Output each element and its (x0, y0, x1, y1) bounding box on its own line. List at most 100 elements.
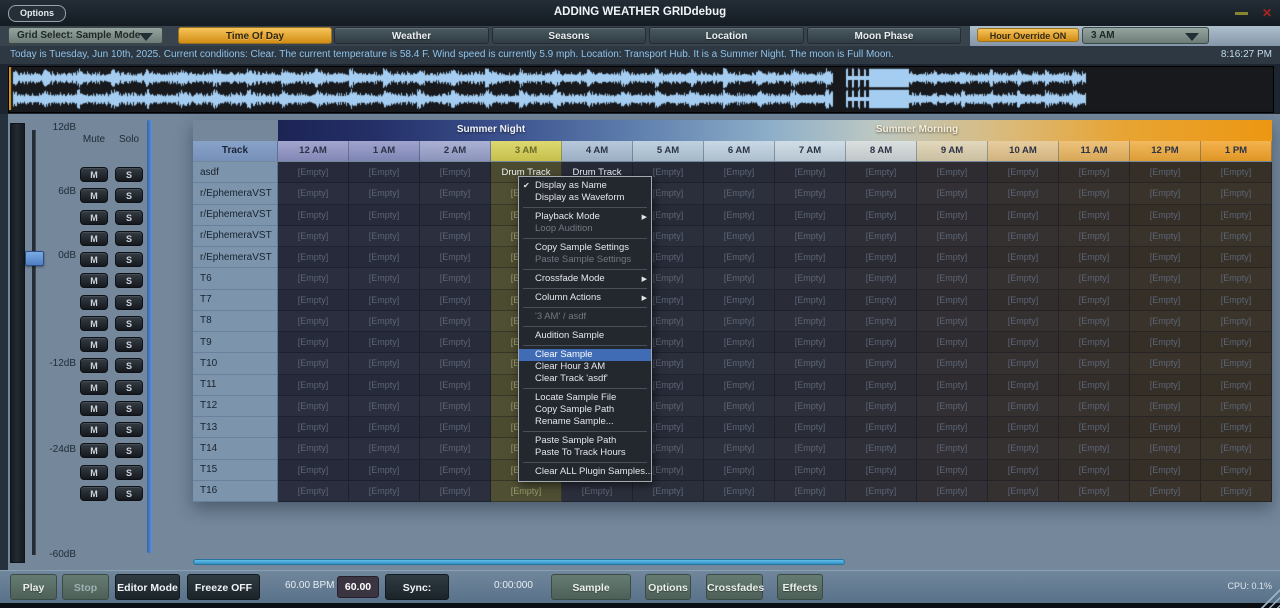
grid-cell-empty[interactable]: [Empty] (988, 311, 1059, 332)
grid-cell-empty[interactable]: [Empty] (1059, 183, 1130, 204)
grid-cell-empty[interactable]: [Empty] (846, 268, 917, 289)
grid-cell-empty[interactable]: [Empty] (349, 183, 420, 204)
grid-cell-empty[interactable]: [Empty] (846, 375, 917, 396)
grid-cell-empty[interactable]: [Empty] (278, 290, 349, 311)
grid-cell-empty[interactable]: [Empty] (775, 332, 846, 353)
grid-cell-empty[interactable]: [Empty] (917, 417, 988, 438)
grid-cell-empty[interactable]: [Empty] (988, 162, 1059, 183)
grid-cell-empty[interactable]: [Empty] (1201, 226, 1272, 247)
editor-mode-button[interactable]: Editor Mode (115, 574, 180, 600)
solo-button[interactable]: S (115, 231, 143, 246)
grid-cell-empty[interactable]: [Empty] (917, 247, 988, 268)
grid-cell-empty[interactable]: [Empty] (278, 226, 349, 247)
grid-cell-empty[interactable]: [Empty] (420, 417, 491, 438)
grid-cell-empty[interactable]: [Empty] (1130, 438, 1201, 459)
grid-cell-empty[interactable]: [Empty] (917, 226, 988, 247)
solo-button[interactable]: S (115, 167, 143, 182)
grid-cell-empty[interactable]: [Empty] (420, 311, 491, 332)
solo-button[interactable]: S (115, 401, 143, 416)
grid-cell-empty[interactable]: [Empty] (846, 396, 917, 417)
menu-item[interactable]: Display as Waveform (519, 192, 651, 204)
track-label[interactable]: T10 (193, 353, 278, 374)
play-button[interactable]: Play (10, 574, 57, 600)
grid-cell-empty[interactable]: [Empty] (917, 332, 988, 353)
menu-item[interactable]: Clear Hour 3 AM (519, 361, 651, 373)
grid-cell-empty[interactable]: [Empty] (988, 417, 1059, 438)
grid-cell-empty[interactable]: [Empty] (278, 205, 349, 226)
grid-cell-empty[interactable]: [Empty] (349, 290, 420, 311)
solo-button[interactable]: S (115, 188, 143, 203)
grid-cell-empty[interactable]: [Empty] (704, 417, 775, 438)
grid-cell-empty[interactable]: [Empty] (1201, 162, 1272, 183)
grid-cell-empty[interactable]: [Empty] (704, 183, 775, 204)
grid-cell-empty[interactable]: [Empty] (846, 311, 917, 332)
grid-cell-empty[interactable]: [Empty] (349, 375, 420, 396)
grid-cell-empty[interactable]: [Empty] (846, 481, 917, 502)
sync-button[interactable]: Sync: Internal (385, 574, 449, 600)
grid-cell-empty[interactable]: [Empty] (988, 396, 1059, 417)
grid-cell-empty[interactable]: [Empty] (846, 226, 917, 247)
grid-cell-empty[interactable]: [Empty] (1201, 205, 1272, 226)
grid-cell-empty[interactable]: [Empty] (1201, 311, 1272, 332)
grid-cell-empty[interactable]: [Empty] (917, 311, 988, 332)
grid-cell-empty[interactable]: [Empty] (775, 162, 846, 183)
grid-cell-empty[interactable]: [Empty] (775, 183, 846, 204)
grid-cell-empty[interactable]: [Empty] (1059, 353, 1130, 374)
mute-button[interactable]: M (80, 167, 108, 182)
vertical-scrollbar[interactable] (147, 120, 152, 553)
mute-button[interactable]: M (80, 380, 108, 395)
menu-item[interactable]: Crossfade Mode▶ (519, 273, 651, 285)
menu-item[interactable]: Rename Sample... (519, 416, 651, 428)
grid-cell-empty[interactable]: [Empty] (988, 481, 1059, 502)
bpm-input[interactable] (337, 576, 379, 598)
grid-cell-empty[interactable]: [Empty] (1130, 417, 1201, 438)
track-label[interactable]: r/EphemeraVST (193, 183, 278, 204)
grid-cell-empty[interactable]: [Empty] (278, 268, 349, 289)
menu-item[interactable]: Clear Sample (519, 349, 651, 361)
grid-cell-empty[interactable]: [Empty] (704, 375, 775, 396)
grid-cell-empty[interactable]: [Empty] (988, 460, 1059, 481)
grid-cell-empty[interactable]: [Empty] (349, 226, 420, 247)
hour-select-dropdown[interactable]: 3 AM (1082, 27, 1209, 44)
mute-button[interactable]: M (80, 252, 108, 267)
solo-button[interactable]: S (115, 273, 143, 288)
grid-cell-empty[interactable]: [Empty] (704, 205, 775, 226)
track-label[interactable]: T12 (193, 396, 278, 417)
grid-cell-empty[interactable]: [Empty] (278, 247, 349, 268)
grid-cell-empty[interactable]: [Empty] (988, 205, 1059, 226)
tab-weather[interactable]: Weather (334, 27, 489, 44)
grid-cell-empty[interactable]: [Empty] (988, 247, 1059, 268)
grid-cell-empty[interactable]: [Empty] (704, 481, 775, 502)
column-header[interactable]: 7 AM (775, 141, 846, 161)
grid-cell-empty[interactable]: [Empty] (704, 247, 775, 268)
grid-cell-empty[interactable]: [Empty] (1130, 353, 1201, 374)
grid-cell-empty[interactable]: [Empty] (491, 481, 562, 502)
grid-cell-empty[interactable]: [Empty] (349, 481, 420, 502)
grid-cell-empty[interactable]: [Empty] (1059, 481, 1130, 502)
mute-button[interactable]: M (80, 465, 108, 480)
grid-cell-empty[interactable]: [Empty] (420, 183, 491, 204)
track-label[interactable]: T7 (193, 290, 278, 311)
grid-cell-empty[interactable]: [Empty] (1059, 332, 1130, 353)
menu-item[interactable]: Playback Mode▶ (519, 211, 651, 223)
grid-cell-empty[interactable]: [Empty] (420, 481, 491, 502)
grid-cell-empty[interactable]: [Empty] (775, 375, 846, 396)
grid-cell-empty[interactable]: [Empty] (917, 375, 988, 396)
track-label[interactable]: r/EphemeraVST (193, 247, 278, 268)
grid-cell-empty[interactable]: [Empty] (278, 396, 349, 417)
grid-cell-empty[interactable]: [Empty] (278, 481, 349, 502)
grid-cell-empty[interactable]: [Empty] (704, 162, 775, 183)
grid-cell-empty[interactable]: [Empty] (704, 311, 775, 332)
grid-cell-empty[interactable]: [Empty] (704, 332, 775, 353)
grid-cell-empty[interactable]: [Empty] (1059, 375, 1130, 396)
grid-cell-empty[interactable]: [Empty] (988, 268, 1059, 289)
grid-cell-empty[interactable]: [Empty] (917, 290, 988, 311)
column-header[interactable]: 1 AM (349, 141, 420, 161)
grid-cell-empty[interactable]: [Empty] (420, 353, 491, 374)
column-header[interactable]: 2 AM (420, 141, 491, 161)
grid-cell-empty[interactable]: [Empty] (846, 460, 917, 481)
grid-cell-empty[interactable]: [Empty] (278, 417, 349, 438)
tab-location[interactable]: Location (649, 27, 804, 44)
grid-cell-empty[interactable]: [Empty] (420, 396, 491, 417)
waveform-canvas[interactable] (9, 67, 1271, 110)
